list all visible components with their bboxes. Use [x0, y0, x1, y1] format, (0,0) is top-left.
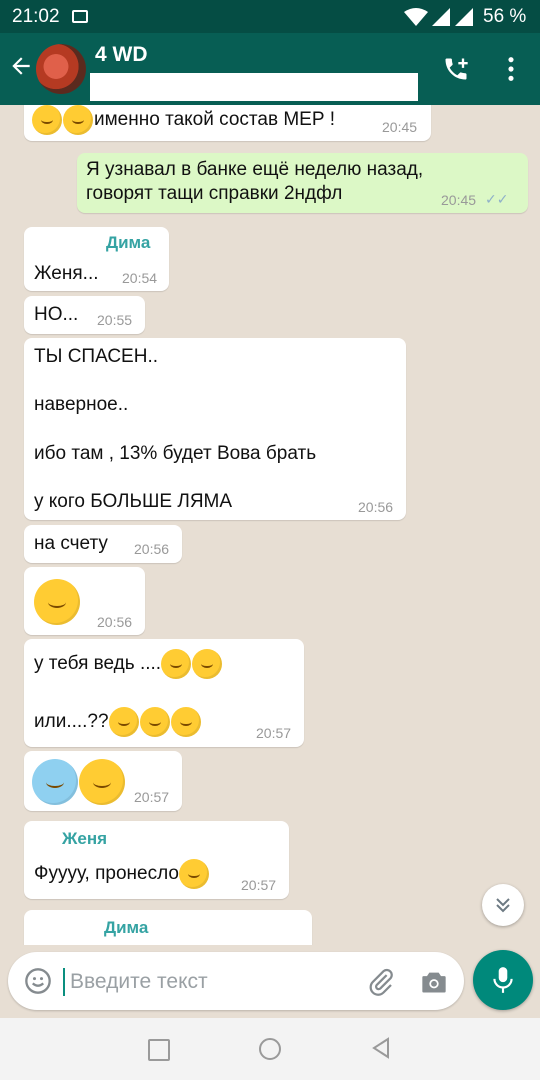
back-arrow-icon[interactable] [8, 53, 34, 79]
sad-relieved-emoji-icon [178, 859, 209, 889]
sender-name: Дима [106, 233, 151, 252]
battery-level: 56 % [483, 6, 527, 27]
overflow-menu-icon[interactable] [500, 55, 522, 83]
message-bubble[interactable]: 20:57 [24, 751, 182, 811]
message-text: на счету [34, 533, 108, 554]
message-time: 20:57 [134, 789, 170, 805]
message-time: 20:57 [256, 725, 292, 741]
message-time: 20:56 [358, 499, 394, 515]
microphone-icon [493, 967, 513, 993]
attach-icon[interactable] [366, 967, 396, 997]
participants-redacted [90, 73, 418, 101]
wifi-icon [404, 8, 428, 26]
pleading-emoji-icon [170, 707, 201, 737]
back-nav-icon[interactable] [370, 1036, 392, 1060]
message-time: 20:56 [134, 541, 170, 557]
add-call-icon[interactable] [442, 55, 470, 83]
message-text: Я узнавал в банке ещё неделю назад, [86, 159, 424, 180]
message-time: 20:56 [97, 614, 133, 630]
system-nav-bar [0, 1018, 540, 1080]
message-text: именно такой состав МЕР ! [94, 109, 336, 131]
message-text: ТЫ СПАСЕН.. [34, 346, 159, 367]
message-bubble[interactable]: Дима Женя... 20:54 [24, 227, 169, 291]
message-list[interactable]: именно такой состав МЕР ! 20:45 Я узнава… [0, 105, 540, 945]
message-text: НО... [34, 304, 79, 325]
message-input[interactable] [68, 964, 352, 1000]
thinking-emoji-icon [161, 649, 192, 679]
message-text: или....?? [34, 711, 109, 733]
chat-title[interactable]: 4 WD [95, 43, 148, 67]
double-chevron-down-icon [496, 898, 510, 913]
message-text: у тебя ведь .... [34, 653, 162, 675]
read-receipt-icon: ✓✓ [485, 191, 509, 207]
home-button[interactable] [259, 1038, 281, 1060]
group-avatar[interactable] [36, 44, 86, 94]
signal-icon [432, 8, 450, 26]
message-time: 20:45 [382, 119, 418, 135]
scroll-to-bottom-button[interactable] [482, 884, 524, 926]
message-bubble[interactable]: НО... 20:55 [24, 296, 145, 334]
message-time: 20:57 [241, 877, 277, 893]
thinking-emoji-icon [192, 649, 223, 679]
laughing-emoji-icon [63, 105, 93, 135]
flushed-emoji-icon [108, 707, 139, 737]
thumbs-up-emoji-icon [32, 105, 62, 135]
message-time: 20:54 [122, 270, 158, 286]
message-composer [8, 952, 464, 1010]
message-time: 20:45 [441, 192, 477, 208]
message-text: Фуууу, пронесло [34, 863, 179, 885]
sender-name: Дима [104, 918, 149, 937]
message-bubble[interactable]: на счету 20:56 [24, 525, 182, 563]
emoji-picker-icon[interactable] [24, 967, 52, 995]
message-text: говорят тащи справки 2ндфл [86, 183, 343, 204]
message-bubble[interactable]: Дима [24, 910, 312, 945]
voice-message-button[interactable] [473, 950, 533, 1010]
text-cursor [63, 968, 65, 996]
signal-icon-2 [455, 8, 473, 26]
camera-icon[interactable] [420, 969, 448, 995]
message-time: 20:55 [97, 312, 133, 328]
cold-face-emoji-icon [32, 759, 78, 805]
message-text: у кого БОЛЬШЕ ЛЯМА [34, 491, 233, 512]
flushed-emoji-icon [139, 707, 170, 737]
message-bubble[interactable]: ТЫ СПАСЕН.. наверное.. ибо там , 13% буд… [24, 338, 406, 520]
message-bubble[interactable]: у тебя ведь .... или....?? 20:57 [24, 639, 304, 747]
message-bubble[interactable]: 20:56 [24, 567, 145, 635]
status-bar: 21:02 56 % [0, 0, 540, 33]
recents-button[interactable] [148, 1039, 170, 1061]
sender-name: Женя [62, 829, 108, 848]
message-text: Женя... [34, 263, 99, 284]
message-text: ибо там , 13% будет Вова брать [34, 443, 317, 464]
message-bubble-outgoing[interactable]: Я узнавал в банке ещё неделю назад, гово… [77, 153, 528, 213]
status-time: 21:02 [12, 6, 60, 27]
gallery-notification-icon [72, 10, 88, 23]
message-text: наверное.. [34, 394, 129, 415]
smiling-emoji-icon [34, 579, 80, 625]
message-bubble[interactable]: Женя Фуууу, пронесло 20:57 [24, 821, 289, 899]
chat-header: 4 WD [0, 33, 540, 105]
message-bubble[interactable]: именно такой состав МЕР ! 20:45 [24, 105, 431, 141]
screaming-emoji-icon [79, 759, 125, 805]
